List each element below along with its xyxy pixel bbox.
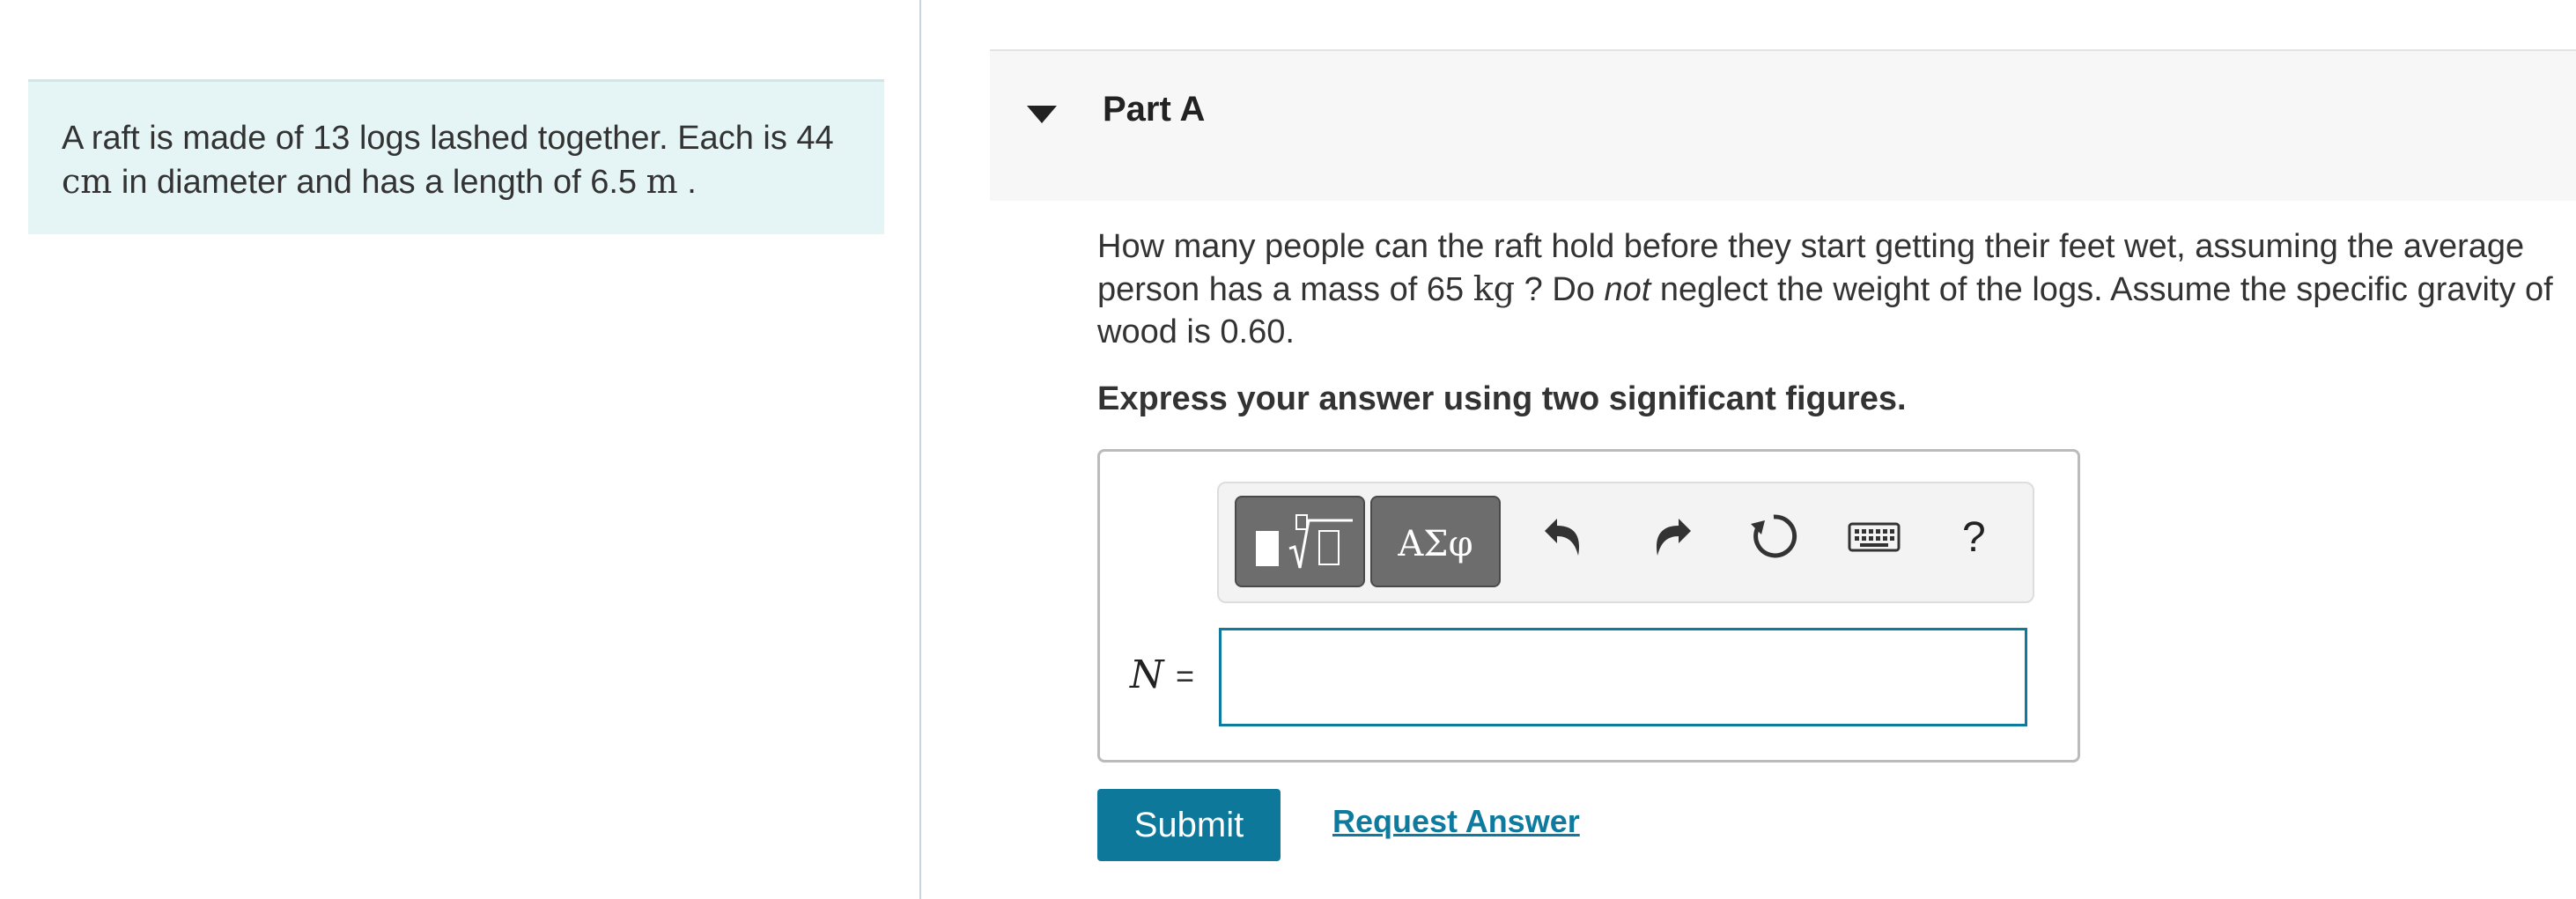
help-icon[interactable]: ?: [1962, 513, 1986, 562]
reset-icon[interactable]: [1747, 510, 1800, 563]
question-part-2: ? Do: [1524, 271, 1595, 308]
intro-end: .: [687, 164, 697, 201]
templates-icon: [1256, 514, 1353, 569]
symbols-button[interactable]: ΑΣφ: [1370, 496, 1501, 587]
redo-icon[interactable]: [1642, 510, 1694, 563]
problem-intro-panel: A raft is made of 13 logs lashed togethe…: [0, 0, 919, 899]
length-unit: m: [646, 162, 678, 201]
problem-intro-box: A raft is made of 13 logs lashed togethe…: [28, 79, 884, 234]
symbols-glyph: ΑΣφ: [1397, 524, 1473, 564]
intro-sentence: A raft is made of 13 logs lashed togethe…: [62, 120, 787, 157]
part-title: Part A: [1103, 90, 1206, 129]
column-divider: [919, 0, 921, 899]
question-emphasis: not: [1604, 271, 1651, 308]
math-toolbar: ΑΣφ ?: [1217, 482, 2034, 603]
submit-button[interactable]: Submit: [1097, 789, 1281, 861]
diameter-value: 44: [796, 120, 834, 157]
answer-input[interactable]: [1219, 628, 2027, 726]
answer-instruction: Express your answer using two significan…: [1097, 380, 1907, 417]
collapse-caret-icon[interactable]: [1027, 106, 1057, 123]
request-answer-link[interactable]: Request Answer: [1332, 803, 1580, 840]
diameter-text: in diameter and has a length of 6.5: [121, 164, 638, 201]
templates-button[interactable]: [1235, 496, 1365, 587]
diameter-unit: cm: [62, 162, 113, 201]
mass-unit: kg: [1473, 269, 1516, 308]
answer-variable: N: [1130, 652, 1164, 697]
equals-sign: =: [1176, 658, 1195, 694]
question-text: How many people can the raft hold before…: [1097, 225, 2568, 353]
symbols-label: ΑΣφ: [1397, 524, 1473, 564]
keyboard-icon[interactable]: [1846, 510, 1902, 563]
undo-icon[interactable]: [1541, 510, 1594, 563]
answer-box: ΑΣφ ? N =: [1097, 449, 2080, 763]
part-header[interactable]: Part A: [990, 49, 2576, 201]
